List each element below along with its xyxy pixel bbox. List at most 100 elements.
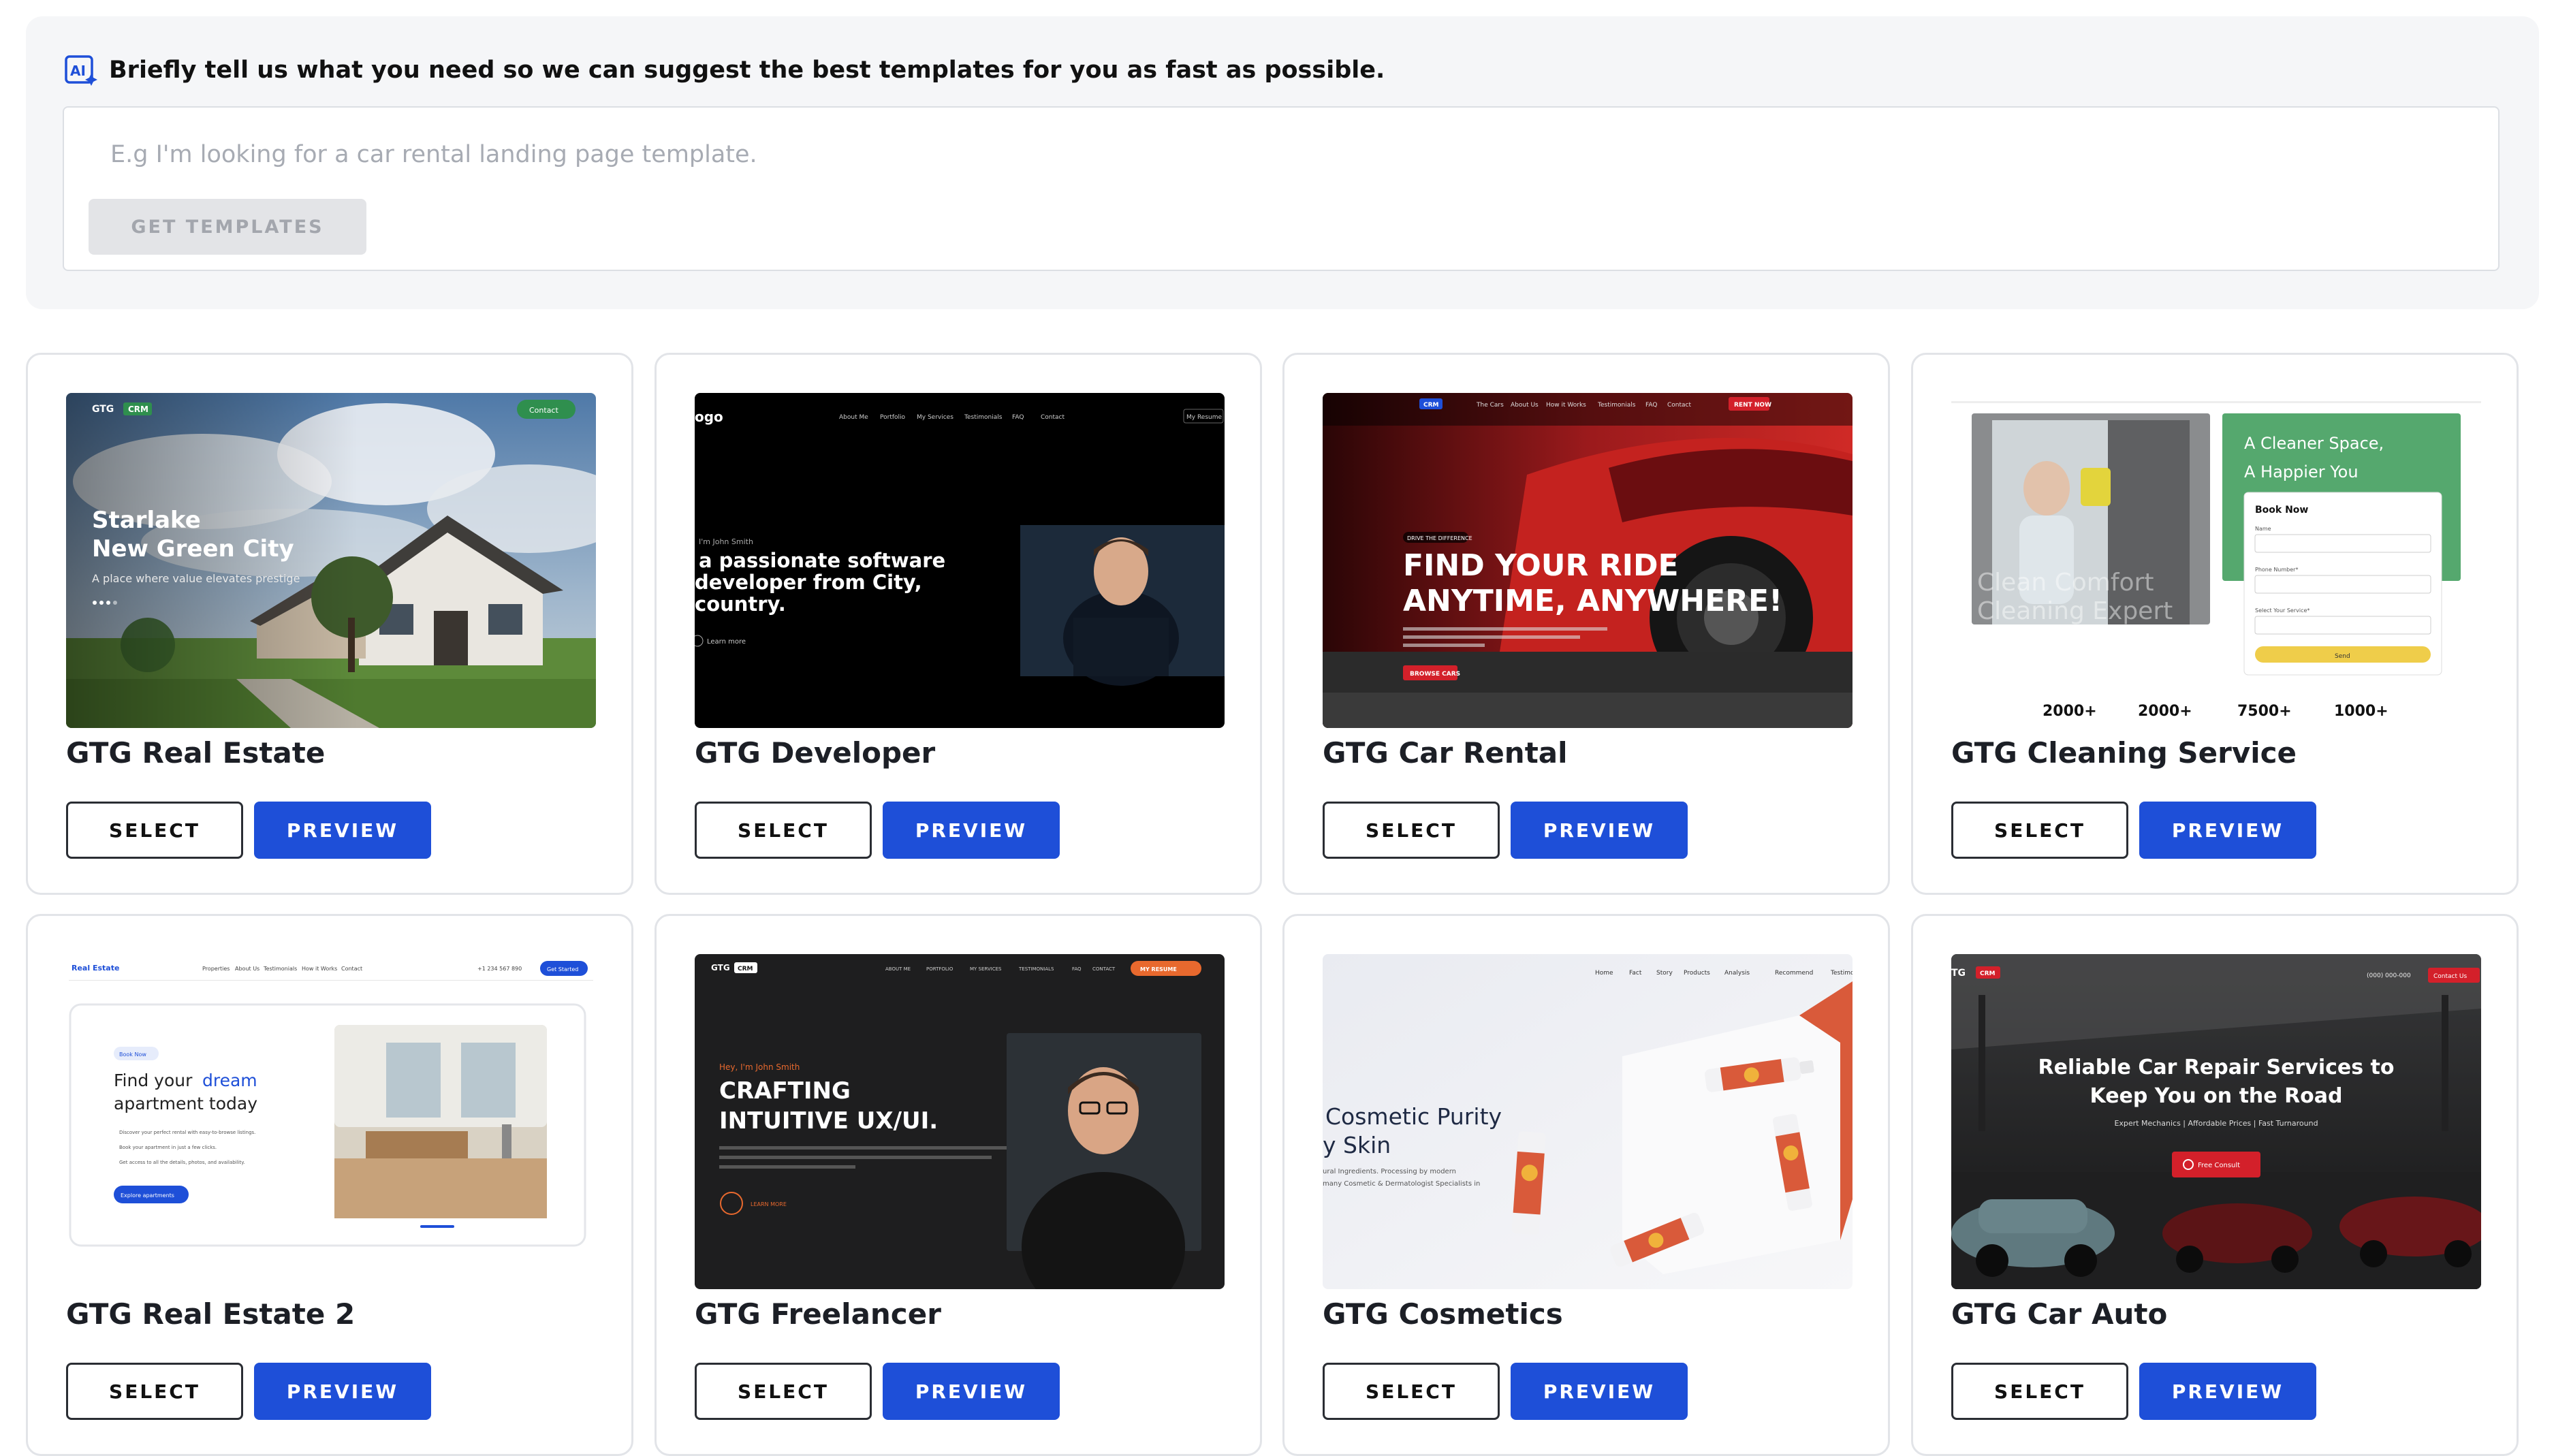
preview-button[interactable]: PREVIEW — [1511, 1363, 1688, 1420]
svg-text:y Skin: y Skin — [1323, 1132, 1391, 1158]
svg-text:TESTIMONIALS: TESTIMONIALS — [1018, 966, 1054, 972]
svg-text:(000) 000-000: (000) 000-000 — [2367, 972, 2411, 979]
svg-text:Testimonials: Testimonials — [964, 414, 1003, 421]
prompt-box: GET TEMPLATES — [63, 106, 2500, 271]
template-thumbnail-real-estate[interactable]: GTG CRM Contact Starlake New Green City … — [66, 393, 596, 728]
svg-text:Contact: Contact — [1041, 414, 1065, 421]
template-thumbnail-real-estate-2[interactable]: Real Estate Properties About Us Testimon… — [66, 954, 596, 1289]
template-title: GTG Car Auto — [1951, 1297, 2168, 1331]
svg-text:Contact: Contact — [529, 406, 558, 415]
get-templates-button[interactable]: GET TEMPLATES — [89, 199, 366, 255]
template-card-real-estate-2: Real Estate Properties About Us Testimon… — [26, 914, 633, 1456]
preview-button[interactable]: PREVIEW — [254, 1363, 431, 1420]
template-card-freelancer: GTG CRM ABOUT ME PORTFOLIO MY SERVICES T… — [655, 914, 1262, 1456]
svg-text:many Cosmetic & Dermatologist: many Cosmetic & Dermatologist Specialist… — [1323, 1180, 1480, 1188]
svg-text:Home: Home — [1595, 970, 1613, 977]
svg-text:Contact Us: Contact Us — [2433, 973, 2467, 980]
svg-text:Free Consult: Free Consult — [2198, 1162, 2240, 1169]
svg-text:CRAFTING: CRAFTING — [719, 1077, 851, 1105]
svg-text:Phone Number*: Phone Number* — [2255, 567, 2298, 573]
select-button[interactable]: SELECT — [695, 802, 872, 859]
svg-text:Find your: Find your — [114, 1071, 193, 1090]
svg-text:Cleaning Expert: Cleaning Expert — [1977, 597, 2173, 625]
prompt-title: Briefly tell us what you need so we can … — [109, 57, 1385, 84]
svg-text:1000+: 1000+ — [2334, 703, 2389, 720]
template-thumbnail-freelancer[interactable]: GTG CRM ABOUT ME PORTFOLIO MY SERVICES T… — [695, 954, 1225, 1289]
svg-text:2000+: 2000+ — [2138, 703, 2192, 720]
svg-text:Analysis: Analysis — [1724, 970, 1750, 977]
svg-text:BROWSE CARS: BROWSE CARS — [1410, 671, 1460, 678]
svg-text:CRM: CRM — [738, 966, 753, 972]
svg-text:Learn more: Learn more — [707, 638, 746, 646]
svg-text:The Cars: The Cars — [1476, 402, 1504, 409]
svg-text:CRM: CRM — [1980, 970, 1996, 977]
svg-text:Real Estate: Real Estate — [72, 964, 119, 972]
svg-text:INTUITIVE UX/UI.: INTUITIVE UX/UI. — [719, 1107, 938, 1135]
svg-text:GTG: GTG — [711, 963, 730, 972]
svg-text:Recommend: Recommend — [1775, 970, 1813, 977]
svg-text:My Resume: My Resume — [1186, 414, 1222, 421]
preview-button[interactable]: PREVIEW — [1511, 802, 1688, 859]
template-prompt-panel: AI Briefly tell us what you need so we c… — [26, 16, 2539, 309]
svg-text:MY SERVICES: MY SERVICES — [970, 966, 1002, 972]
template-title: GTG Cosmetics — [1323, 1297, 1563, 1331]
svg-text:About Me: About Me — [839, 414, 868, 421]
svg-text:New Green City: New Green City — [92, 535, 294, 563]
svg-text:About Us: About Us — [1511, 402, 1539, 409]
svg-text:A Happier You: A Happier You — [2244, 462, 2359, 481]
svg-text:Get access to all the details,: Get access to all the details, photos, a… — [119, 1160, 245, 1165]
svg-text:Book Now: Book Now — [2255, 505, 2308, 516]
svg-text:Testimonials: Testimonials — [263, 966, 297, 972]
svg-text:Select Your Service*: Select Your Service* — [2255, 607, 2309, 614]
svg-text:AI: AI — [70, 63, 86, 79]
template-title: GTG Developer — [695, 736, 936, 770]
select-button[interactable]: SELECT — [66, 1363, 243, 1420]
svg-text:FAQ: FAQ — [1012, 414, 1024, 421]
svg-text:Story: Story — [1656, 970, 1673, 977]
svg-text:LEARN MORE: LEARN MORE — [751, 1201, 787, 1207]
template-thumbnail-developer[interactable]: ogo About Me Portfolio My Services Testi… — [695, 393, 1225, 728]
select-button[interactable]: SELECT — [695, 1363, 872, 1420]
svg-text:RENT NOW: RENT NOW — [1734, 402, 1771, 409]
svg-text:Testimo: Testimo — [1830, 970, 1853, 977]
svg-text:ANYTIME, ANYWHERE!: ANYTIME, ANYWHERE! — [1403, 584, 1782, 618]
template-card-car-rental: CRM The Cars About Us How it Works Testi… — [1282, 353, 1890, 895]
template-title: GTG Cleaning Service — [1951, 736, 2297, 770]
svg-text:DRIVE THE DIFFERENCE: DRIVE THE DIFFERENCE — [1407, 535, 1472, 541]
ai-sparkle-icon: AI — [65, 55, 97, 86]
template-thumbnail-car-rental[interactable]: CRM The Cars About Us How it Works Testi… — [1323, 393, 1853, 728]
svg-text:Fact: Fact — [1629, 970, 1642, 977]
preview-button[interactable]: PREVIEW — [254, 802, 431, 859]
template-search-input[interactable] — [109, 136, 2427, 173]
svg-text:7500+: 7500+ — [2237, 703, 2292, 720]
preview-button[interactable]: PREVIEW — [883, 802, 1060, 859]
template-title: GTG Real Estate 2 — [66, 1297, 356, 1331]
svg-text:Keep You on the Road: Keep You on the Road — [2090, 1084, 2342, 1108]
svg-text:Send: Send — [2335, 653, 2350, 660]
svg-text:Products: Products — [1684, 970, 1710, 977]
select-button[interactable]: SELECT — [1951, 802, 2128, 859]
select-button[interactable]: SELECT — [1323, 1363, 1500, 1420]
template-thumbnail-cleaning-service[interactable]: Clean Comfort Cleaning Expert A Cleaner … — [1951, 393, 2481, 728]
thumb-brand: GTG — [92, 404, 114, 415]
select-button[interactable]: SELECT — [1323, 802, 1500, 859]
svg-text:FAQ: FAQ — [1072, 966, 1082, 972]
svg-text:Portfolio: Portfolio — [880, 414, 906, 421]
svg-text:MY RESUME: MY RESUME — [1140, 966, 1177, 972]
select-button[interactable]: SELECT — [1951, 1363, 2128, 1420]
svg-text:Starlake: Starlake — [92, 507, 201, 534]
preview-button[interactable]: PREVIEW — [2139, 802, 2316, 859]
svg-text:2000+: 2000+ — [2043, 703, 2097, 720]
svg-text:Hey, I'm John Smith: Hey, I'm John Smith — [719, 1062, 800, 1072]
svg-text:Testimonials: Testimonials — [1597, 402, 1636, 409]
svg-text:PORTFOLIO: PORTFOLIO — [926, 966, 953, 972]
svg-text:a passionate software: a passionate software — [699, 549, 945, 572]
svg-text:Expert Mechanics | Affordable: Expert Mechanics | Affordable Prices | F… — [2114, 1119, 2318, 1128]
template-thumbnail-car-auto[interactable]: TG CRM (000) 000-000 Contact Us Reliable… — [1951, 954, 2481, 1289]
select-button[interactable]: SELECT — [66, 802, 243, 859]
preview-button[interactable]: PREVIEW — [2139, 1363, 2316, 1420]
svg-text:ABOUT ME: ABOUT ME — [885, 966, 911, 972]
template-thumbnail-cosmetics[interactable]: Home Fact Story Products Analysis Recomm… — [1323, 954, 1853, 1289]
svg-text:apartment today: apartment today — [114, 1094, 257, 1113]
preview-button[interactable]: PREVIEW — [883, 1363, 1060, 1420]
